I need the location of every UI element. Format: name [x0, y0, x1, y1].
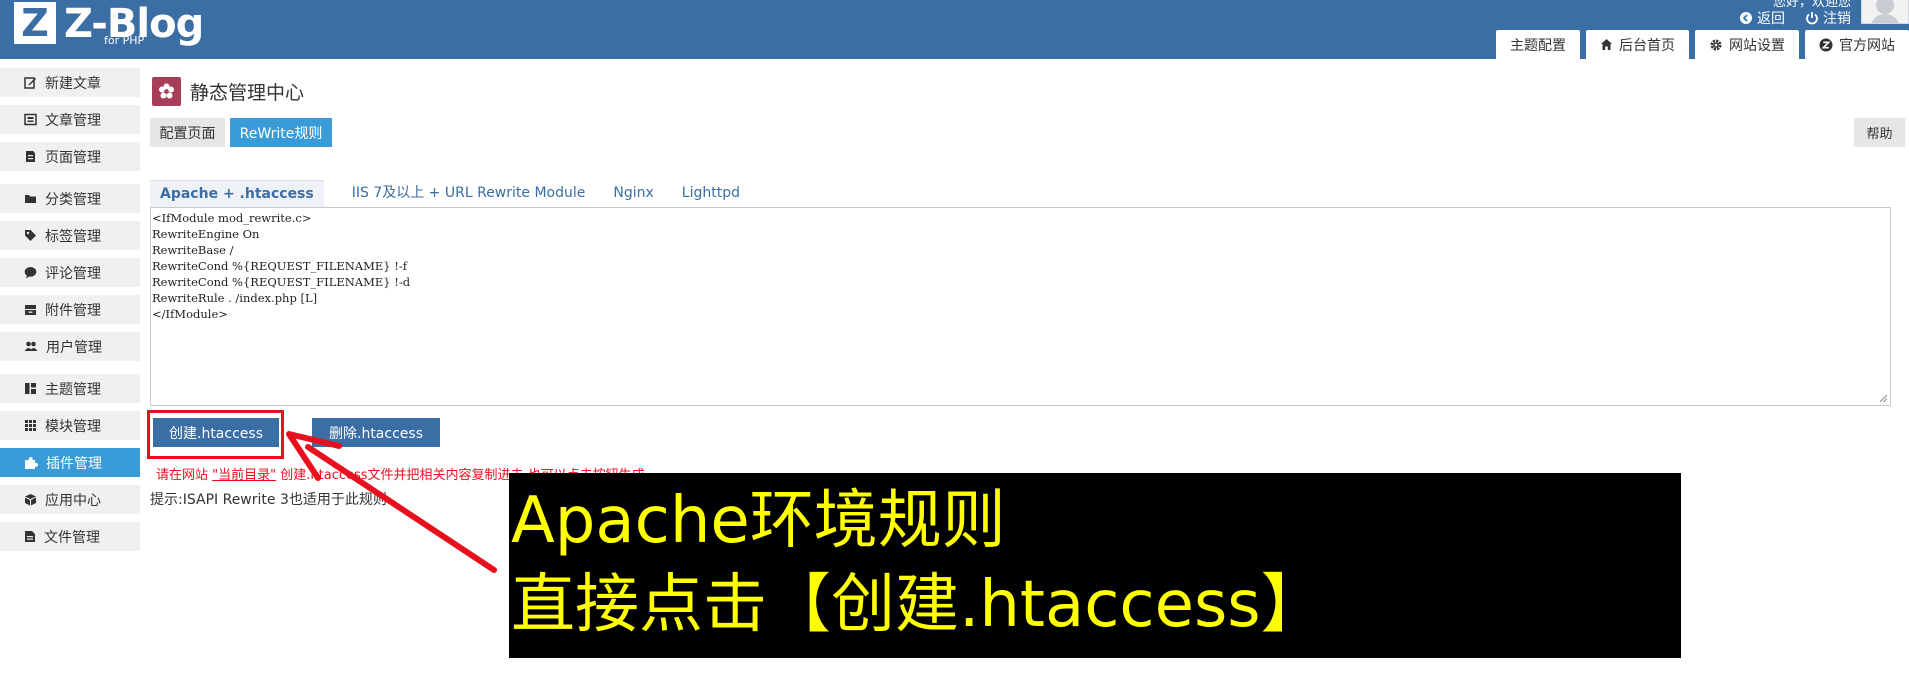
theme-icon	[25, 383, 36, 394]
box-icon	[25, 494, 36, 506]
current-directory-link[interactable]: "当前目录"	[212, 468, 276, 483]
sidebar-item-pages[interactable]: 页面管理	[0, 142, 140, 171]
sidebar-item-label: 新建文章	[45, 75, 101, 92]
sidebar-item-label: 文章管理	[45, 112, 101, 129]
highlight-box	[147, 410, 284, 459]
tab-iis[interactable]: IIS 7及以上 + URL Rewrite Module	[338, 180, 600, 207]
page-title-text: 静态管理中心	[190, 82, 305, 104]
sidebar-item-attachments[interactable]: 附件管理	[0, 295, 140, 324]
sidebar-item-users[interactable]: 用户管理	[0, 332, 140, 361]
code-line: RewriteCond %{REQUEST_FILENAME} !-d	[152, 275, 411, 289]
sidebar-item-comments[interactable]: 评论管理	[0, 258, 140, 287]
top-links: 返回 注销	[1739, 8, 1851, 28]
zblog-logo-icon	[1819, 38, 1833, 51]
subtab-rewrite[interactable]: ReWrite规则	[230, 118, 332, 147]
power-icon	[1806, 12, 1818, 25]
file-icon	[25, 531, 35, 542]
sidebar-item-files[interactable]: 文件管理	[0, 522, 140, 551]
sidebar-item-themes[interactable]: 主题管理	[0, 374, 140, 403]
sidebar-item-label: 文件管理	[44, 529, 100, 546]
comment-icon	[24, 267, 37, 279]
subtab-label: 配置页面	[159, 125, 216, 142]
sidebar-item-articles[interactable]: 文章管理	[0, 105, 140, 134]
tab-lighttpd[interactable]: Lighttpd	[668, 180, 754, 207]
user-greeting: 您好，欢迎您	[1772, 0, 1851, 8]
sidebar-item-label: 插件管理	[46, 455, 102, 472]
puzzle-icon	[25, 456, 38, 469]
code-line: </IfModule>	[152, 307, 228, 321]
users-icon	[24, 341, 38, 351]
back-link-label: 返回	[1757, 11, 1785, 27]
logout-link-label: 注销	[1823, 11, 1851, 27]
tag-icon	[25, 230, 36, 241]
tab-label: 官方网站	[1839, 37, 1895, 54]
article-icon	[24, 113, 37, 126]
logo-mark: Z	[14, 2, 56, 44]
rewrite-rules-textarea[interactable]: <IfModule mod_rewrite.c> RewriteEngine O…	[150, 207, 1891, 406]
sidebar-item-label: 附件管理	[45, 302, 101, 319]
code-line: RewriteEngine On	[152, 227, 260, 241]
attachment-icon	[25, 305, 36, 315]
server-tabs: Apache + .htaccess IIS 7及以上 + URL Rewrit…	[150, 180, 754, 207]
sidebar-item-label: 标签管理	[45, 228, 101, 245]
sidebar-item-label: 评论管理	[45, 265, 101, 282]
delete-htaccess-button[interactable]: 删除.htaccess	[312, 418, 440, 447]
sidebar-item-label: 用户管理	[46, 339, 102, 356]
logout-link[interactable]: 注销	[1805, 8, 1851, 28]
sidebar-item-label: 应用中心	[45, 492, 101, 509]
tab-official-site[interactable]: 官方网站	[1805, 30, 1909, 59]
tab-label: 网站设置	[1729, 37, 1785, 54]
hint-isapi: 提示:ISAPI Rewrite 3也适用于此规则.	[150, 492, 392, 508]
tab-site-settings[interactable]: 网站设置	[1695, 30, 1799, 59]
logo-subtitle: for PHP	[104, 34, 145, 47]
sidebar-item-label: 模块管理	[45, 418, 101, 435]
page-icon	[26, 151, 35, 162]
sidebar-item-label: 主题管理	[45, 381, 101, 398]
caption-line-2: 直接点击【创建.htaccess】	[511, 568, 1325, 642]
edit-icon	[24, 77, 36, 89]
sidebar-item-app-center[interactable]: 应用中心	[0, 485, 140, 514]
sidebar-item-tags[interactable]: 标签管理	[0, 221, 140, 250]
back-circle-icon	[1740, 12, 1752, 24]
tab-apache[interactable]: Apache + .htaccess	[150, 180, 324, 207]
code-line: RewriteBase /	[152, 243, 234, 257]
caption-line-1: Apache环境规则	[511, 484, 1006, 558]
avatar[interactable]	[1861, 0, 1909, 24]
help-button[interactable]: 帮助	[1854, 118, 1905, 147]
tab-label: 后台首页	[1619, 37, 1675, 54]
sidebar-item-modules[interactable]: 模块管理	[0, 411, 140, 440]
folder-icon	[25, 195, 36, 203]
home-icon	[1601, 39, 1612, 50]
sidebar-item-label: 页面管理	[45, 149, 101, 166]
grid-icon	[25, 420, 36, 431]
hint-prefix: 请在网站	[156, 468, 209, 483]
header-nav-tabs: 主题配置 后台首页 网站设置 官方网站	[1496, 30, 1909, 59]
sidebar-item-plugins[interactable]: 插件管理	[0, 448, 140, 477]
tab-label: 主题配置	[1510, 37, 1566, 54]
sidebar-item-label: 分类管理	[45, 191, 101, 208]
sidebar-item-new-article[interactable]: 新建文章	[0, 68, 140, 97]
back-link[interactable]: 返回	[1739, 8, 1785, 28]
annotation-caption: Apache环境规则 直接点击【创建.htaccess】	[509, 473, 1681, 658]
page-title: 静态管理中心	[152, 77, 304, 106]
code-line: <IfModule mod_rewrite.c>	[152, 211, 312, 225]
flower-icon	[152, 77, 181, 106]
sidebar-item-categories[interactable]: 分类管理	[0, 184, 140, 213]
tab-nginx[interactable]: Nginx	[599, 180, 667, 207]
resize-grip-icon[interactable]	[1878, 393, 1888, 403]
tab-theme-config[interactable]: 主题配置	[1496, 30, 1580, 59]
code-line: RewriteCond %{REQUEST_FILENAME} !-f	[152, 259, 407, 273]
subtab-config[interactable]: 配置页面	[150, 118, 225, 147]
subtab-label: ReWrite规则	[239, 125, 323, 142]
gear-icon	[1710, 39, 1722, 50]
tab-admin-home[interactable]: 后台首页	[1586, 30, 1689, 59]
code-line: RewriteRule . /index.php [L]	[152, 291, 318, 305]
top-header: Z Z-Blog for PHP 您好，欢迎您 返回 注销 主题配置 后台首页 …	[0, 0, 1909, 59]
